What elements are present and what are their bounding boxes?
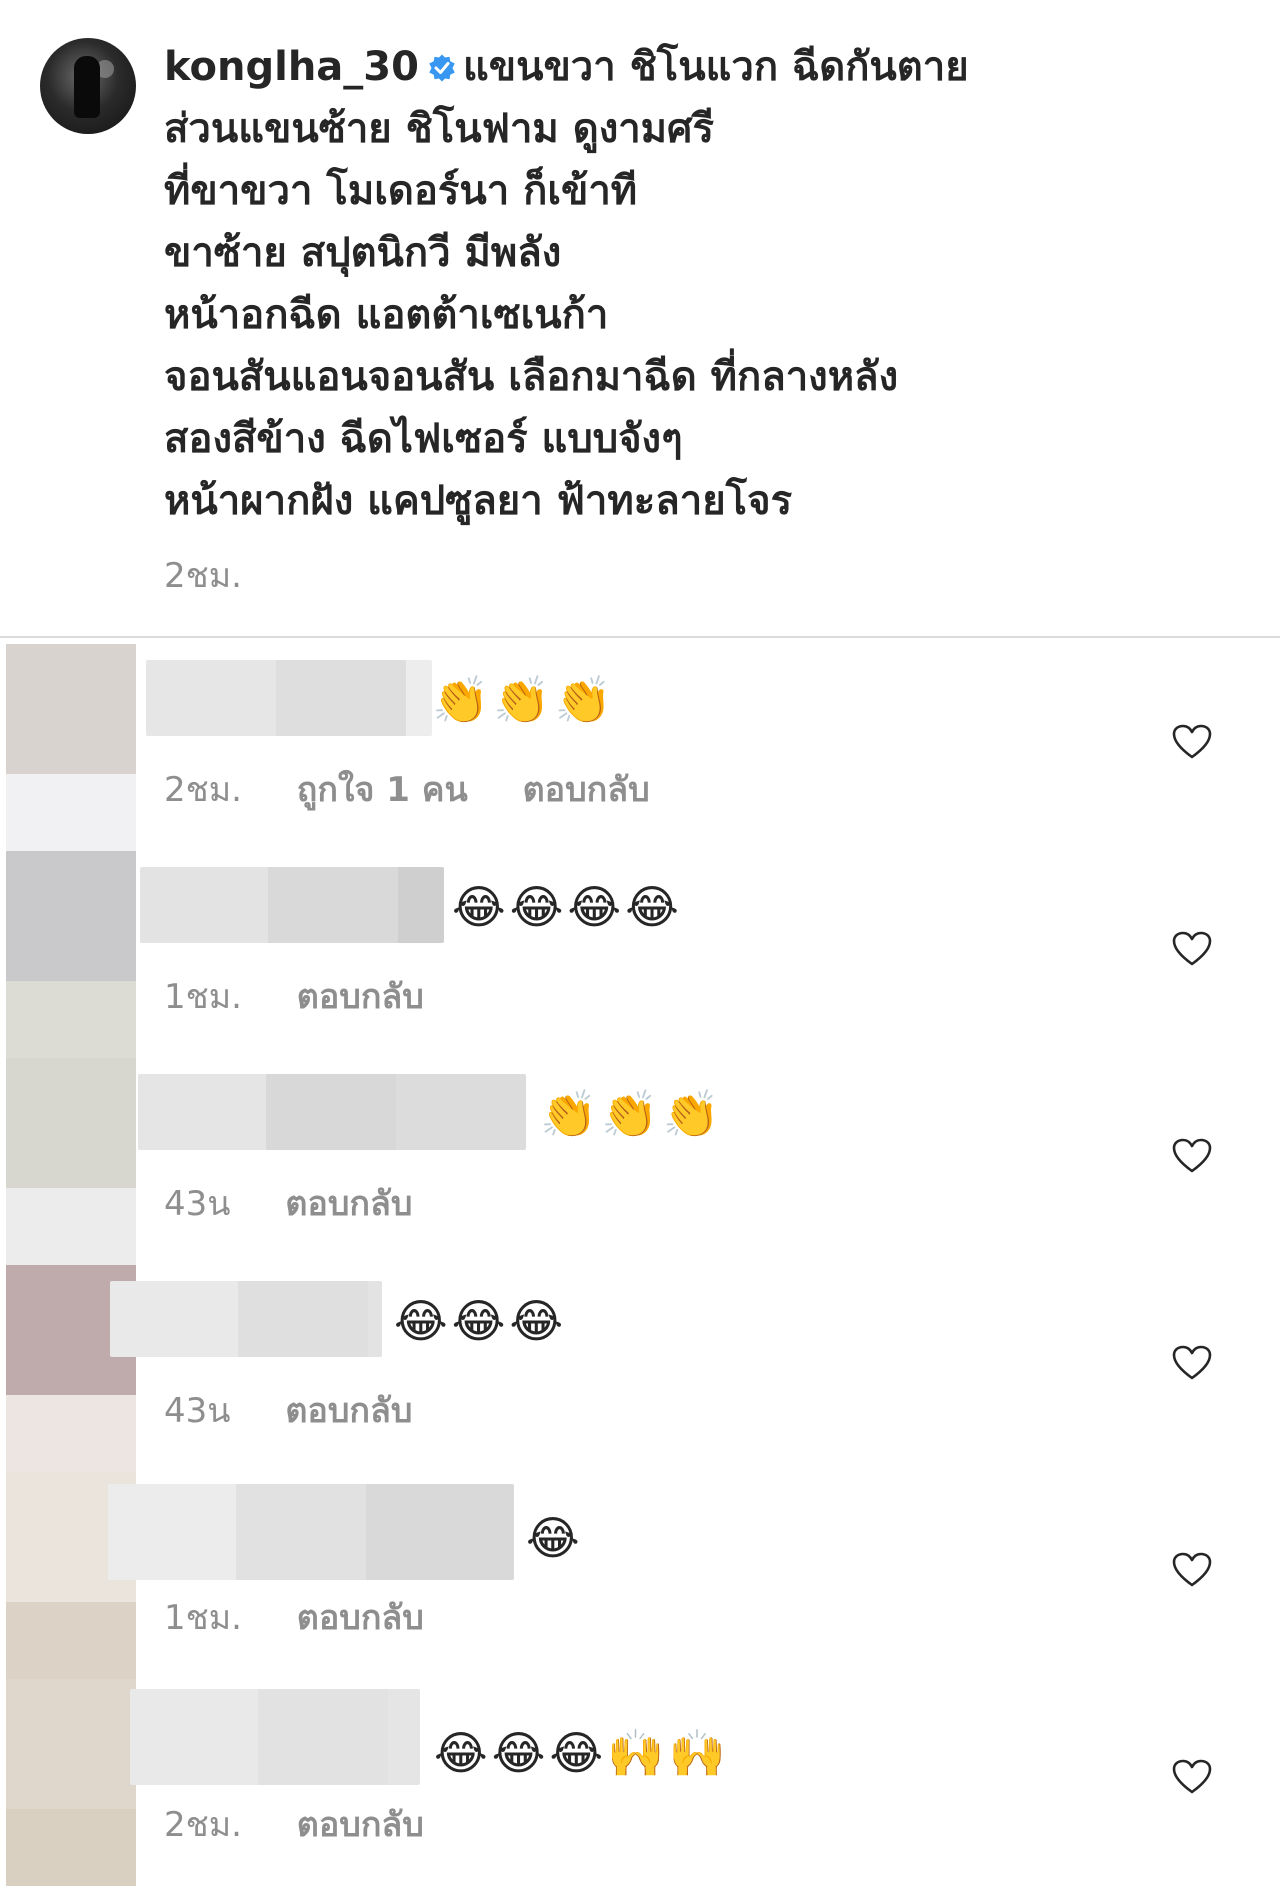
blur-segment (368, 1281, 382, 1357)
commenter-avatar[interactable] (6, 851, 136, 981)
comment-item: 😂😂😂🙌🙌 2ชม. ตอบกลับ (0, 1679, 1280, 1886)
comment-list: 👏👏👏 2ชม. ถูกใจ 1 คน ตอบกลับ 😂😂😂😂 1ชม. ตอ… (0, 644, 1280, 1886)
commenter-avatar-lower (6, 1809, 136, 1886)
commenter-username-blurred[interactable] (110, 1281, 382, 1357)
commenter-avatar-lower (6, 981, 136, 1058)
reply-button[interactable]: ตอบกลับ (297, 1598, 424, 1638)
comment-emoji-text: 😂😂😂 (394, 1294, 568, 1348)
reply-button[interactable]: ตอบกลับ (285, 1391, 412, 1431)
blur-segment (266, 1074, 396, 1150)
comment-item: 😂😂😂 43น ตอบกลับ (0, 1265, 1280, 1472)
heart-outline-icon[interactable] (1172, 1759, 1212, 1795)
commenter-username-blurred[interactable] (140, 867, 444, 943)
comment-time: 1ชม. (164, 977, 242, 1017)
avatar-figure (74, 56, 100, 118)
commenter-username-blurred[interactable] (138, 1074, 526, 1150)
reply-button[interactable]: ตอบกลับ (297, 977, 424, 1017)
comment-meta: 43น ตอบกลับ (164, 1176, 412, 1230)
blur-segment (138, 1074, 266, 1150)
blur-segment (276, 660, 406, 736)
comment-emoji-text: 😂 (526, 1511, 584, 1565)
caption-line-6: จอนสันแอนจอนสัน เลือกมาฉีด ที่กลางหลัง (164, 354, 899, 400)
caption-line-3: ที่ขาขวา โมเดอร์นา ก็เข้าที (164, 168, 638, 214)
caption-line-5: หน้าอกฉีด แอตต้าเซเนก้า (164, 292, 609, 338)
heart-outline-icon[interactable] (1172, 1552, 1212, 1588)
blur-segment (388, 1689, 420, 1785)
commenter-avatar-lower (6, 774, 136, 851)
caption-line-2: ส่วนแขนซ้าย ชิโนฟาม ดูงามศรี (164, 106, 714, 152)
verified-badge-icon (429, 54, 455, 82)
blur-segment (366, 1484, 514, 1580)
commenter-username-blurred[interactable] (130, 1689, 420, 1785)
comment-emoji-text: 👏👏👏 (432, 673, 616, 727)
comment-meta: 2ชม. ถูกใจ 1 คน ตอบกลับ (164, 762, 650, 816)
commenter-username-blurred[interactable] (146, 660, 432, 736)
commenter-avatar[interactable] (6, 644, 136, 774)
comment-item: 😂😂😂😂 1ชม. ตอบกลับ (0, 851, 1280, 1058)
reply-button[interactable]: ตอบกลับ (297, 1805, 424, 1845)
blur-segment (110, 1281, 238, 1357)
comment-meta: 43น ตอบกลับ (164, 1383, 412, 1437)
blur-segment (238, 1281, 368, 1357)
blur-segment (268, 867, 398, 943)
comment-time: 2ชม. (164, 1805, 242, 1845)
reply-button[interactable]: ตอบกลับ (523, 770, 650, 810)
post-username[interactable]: konglha_30 (164, 44, 419, 90)
caption-text: konglha_30 แขนขวา ชิโนแวก ฉีดกันตาย ส่วน… (164, 36, 1224, 532)
blur-segment (146, 660, 276, 736)
blur-segment (140, 867, 268, 943)
commenter-username-blurred[interactable] (108, 1484, 514, 1580)
blur-segment (236, 1484, 366, 1580)
blur-segment (258, 1689, 388, 1785)
comment-emoji-text: 👏👏👏 (540, 1087, 724, 1141)
commenter-avatar[interactable] (6, 1679, 136, 1809)
comment-meta: 2ชม. ตอบกลับ (164, 1797, 424, 1851)
comment-time: 1ชม. (164, 1598, 242, 1638)
reply-button[interactable]: ตอบกลับ (285, 1184, 412, 1224)
blur-segment (130, 1689, 258, 1785)
comment-time: 2ชม. (164, 770, 242, 810)
comment-item: 😂 1ชม. ตอบกลับ (0, 1472, 1280, 1679)
comment-time: 43น (164, 1184, 231, 1224)
caption-line-7: สองสีข้าง ฉีดไฟเซอร์ แบบจังๆ (164, 416, 683, 462)
post-author-avatar[interactable] (40, 38, 136, 134)
commenter-avatar-lower (6, 1602, 136, 1679)
comment-likes[interactable]: ถูกใจ 1 คน (297, 770, 468, 810)
heart-outline-icon[interactable] (1172, 1345, 1212, 1381)
commenter-avatar-lower (6, 1395, 136, 1472)
comment-item: 👏👏👏 2ชม. ถูกใจ 1 คน ตอบกลับ (0, 644, 1280, 851)
comment-meta: 1ชม. ตอบกลับ (164, 969, 424, 1023)
caption-line-8: หน้าผากฝัง แคปซูลยา ฟ้าทะลายโจร (164, 478, 793, 524)
comment-time: 43น (164, 1391, 231, 1431)
commenter-avatar-lower (6, 1188, 136, 1265)
blur-segment (396, 1074, 526, 1150)
comment-emoji-text: 😂😂😂😂 (452, 880, 683, 934)
comment-item: 👏👏👏 43น ตอบกลับ (0, 1058, 1280, 1265)
commenter-avatar[interactable] (6, 1058, 136, 1188)
caption-line-4: ขาซ้าย สปุตนิกวี มีพลัง (164, 230, 562, 276)
heart-outline-icon[interactable] (1172, 931, 1212, 967)
blur-segment (406, 660, 432, 736)
comment-meta: 1ชม. ตอบกลับ (164, 1590, 424, 1644)
heart-outline-icon[interactable] (1172, 1138, 1212, 1174)
blur-segment (108, 1484, 236, 1580)
post-caption: konglha_30 แขนขวา ชิโนแวก ฉีดกันตาย ส่วน… (0, 0, 1280, 636)
caption-text-line: แขนขวา ชิโนแวก ฉีดกันตาย (462, 44, 969, 90)
post-timestamp: 2ชม. (164, 556, 242, 596)
heart-outline-icon[interactable] (1172, 724, 1212, 760)
blur-segment (398, 867, 444, 943)
comment-emoji-text: 😂😂😂🙌🙌 (434, 1726, 730, 1780)
divider (0, 636, 1280, 638)
caption-line-1: konglha_30 แขนขวา ชิโนแวก ฉีดกันตาย (164, 36, 1224, 98)
